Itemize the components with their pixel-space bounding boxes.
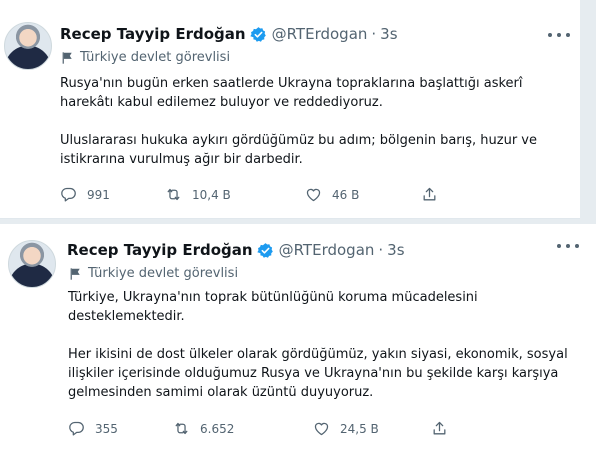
author-handle[interactable]: @RTErdogan	[272, 25, 368, 43]
more-icon[interactable]	[557, 242, 579, 250]
share-icon	[423, 187, 436, 201]
share-icon	[433, 421, 446, 435]
share-button[interactable]	[421, 186, 448, 203]
tweet-actions: 355 6.652 24,5 B	[68, 420, 458, 437]
like-button[interactable]: 46 B	[305, 186, 421, 203]
author-handle[interactable]: @RTErdogan	[279, 241, 375, 259]
retweet-icon	[175, 422, 188, 435]
retweet-button[interactable]: 6.652	[173, 420, 313, 437]
reply-count: 991	[87, 187, 110, 202]
flag-icon	[62, 51, 72, 64]
flag-icon	[70, 267, 80, 280]
separator-dot: ·	[378, 241, 384, 259]
label-text: Türkiye devlet görevlisi	[80, 50, 231, 65]
like-button[interactable]: 24,5 B	[313, 420, 431, 437]
like-icon	[314, 422, 329, 436]
reply-count: 355	[95, 421, 118, 436]
reply-icon	[69, 421, 84, 436]
like-count: 24,5 B	[340, 421, 379, 436]
tweet-text: Türkiye, Ukrayna'nın toprak bütünlüğünü …	[68, 290, 568, 400]
reply-button[interactable]: 355	[68, 420, 173, 437]
separator-dot: ·	[371, 25, 377, 43]
reply-icon	[61, 187, 76, 202]
verified-badge-icon	[249, 26, 266, 42]
state-affiliation-label[interactable]: Türkiye devlet görevlisi	[68, 266, 238, 281]
like-count: 46 B	[332, 187, 360, 202]
verified-badge-icon	[256, 242, 273, 258]
tweet-header: Recep Tayyip Erdoğan @RTErdogan · 3s	[67, 241, 405, 259]
like-icon	[306, 188, 321, 202]
tweet-card[interactable]: Recep Tayyip Erdoğan @RTErdogan · 3s Tür…	[0, 224, 596, 455]
retweet-count: 10,4 B	[192, 187, 231, 202]
retweet-icon	[167, 188, 180, 201]
author-name[interactable]: Recep Tayyip Erdoğan	[67, 241, 253, 259]
share-button[interactable]	[431, 420, 458, 437]
tweet-text: Rusya'nın bugün erken saatlerde Ukrayna …	[60, 76, 537, 167]
retweet-button[interactable]: 10,4 B	[165, 186, 305, 203]
label-text: Türkiye devlet görevlisi	[88, 266, 239, 281]
tweet-time[interactable]: 3s	[380, 25, 397, 43]
state-affiliation-label[interactable]: Türkiye devlet görevlisi	[60, 50, 230, 65]
reply-button[interactable]: 991	[60, 186, 165, 203]
avatar[interactable]	[8, 240, 56, 288]
avatar[interactable]	[4, 22, 52, 70]
tweet-time[interactable]: 3s	[387, 241, 404, 259]
tweet-actions: 991 10,4 B 46 B	[60, 186, 448, 203]
more-icon[interactable]	[548, 31, 570, 39]
retweet-count: 6.652	[200, 421, 235, 436]
tweet-header: Recep Tayyip Erdoğan @RTErdogan · 3s	[60, 25, 398, 43]
author-name[interactable]: Recep Tayyip Erdoğan	[60, 25, 246, 43]
tweet-card[interactable]: Recep Tayyip Erdoğan @RTErdogan · 3s Tür…	[0, 0, 580, 219]
